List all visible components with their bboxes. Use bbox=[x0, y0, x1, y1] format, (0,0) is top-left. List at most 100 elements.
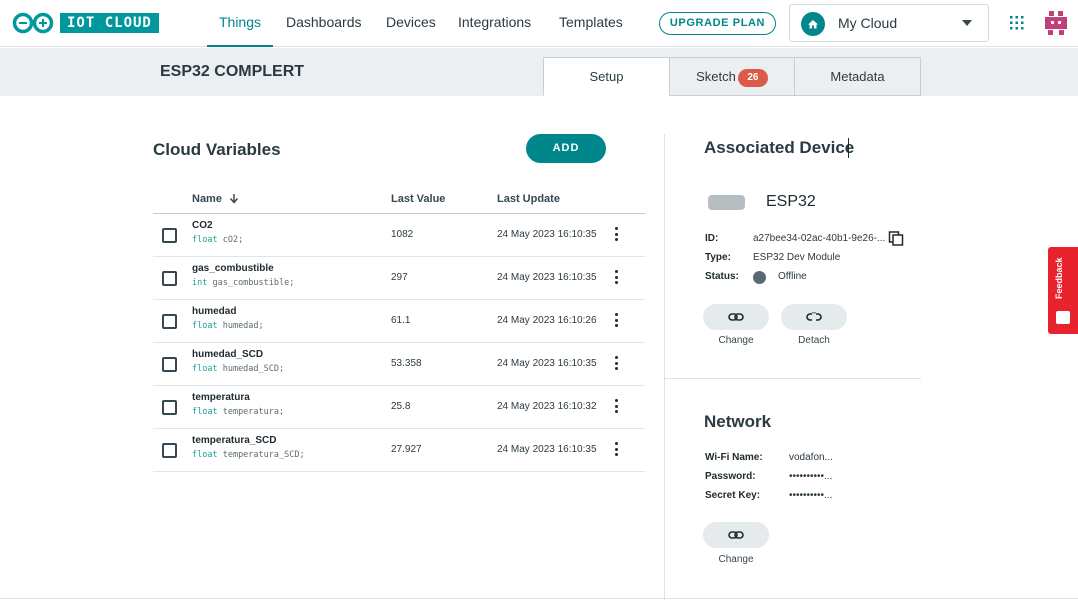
variable-last-value: 297 bbox=[391, 272, 408, 283]
table-row[interactable]: gas_combustible int gas_combustible; 297 24… bbox=[153, 257, 645, 300]
section-divider bbox=[665, 378, 921, 379]
table-row[interactable]: humedad float humedad; 61.1 24 May 2023 16:… bbox=[153, 300, 645, 343]
table-row[interactable]: temperatura float temperatura; 25.8 24 May … bbox=[153, 386, 645, 429]
variable-last-value: 25.8 bbox=[391, 401, 411, 412]
device-id-label: ID: bbox=[705, 233, 719, 244]
more-options-icon[interactable] bbox=[613, 227, 619, 243]
variable-type: float bbox=[192, 450, 218, 460]
variable-last-update: 24 May 2023 16:10:32 bbox=[497, 401, 597, 412]
variable-last-value: 27.927 bbox=[391, 444, 422, 455]
device-id-value: a27bee34-02ac-40b1-9e26-... bbox=[753, 233, 886, 244]
table-row[interactable]: CO2 float cO2; 1082 24 May 2023 16:10:35 bbox=[153, 214, 645, 257]
nav-integrations[interactable]: Integrations bbox=[458, 0, 531, 47]
variable-type: float bbox=[192, 364, 218, 374]
variable-declaration: float humedad; bbox=[192, 321, 264, 331]
detach-device-button[interactable] bbox=[781, 304, 847, 330]
home-icon bbox=[801, 12, 825, 36]
variable-name[interactable]: CO2 bbox=[192, 220, 213, 231]
space-label: My Cloud bbox=[838, 15, 898, 31]
change-network-button[interactable] bbox=[703, 522, 769, 548]
column-header-last-update[interactable]: Last Update bbox=[497, 193, 560, 205]
space-selector[interactable]: My Cloud bbox=[789, 4, 989, 42]
change-device-button[interactable] bbox=[703, 304, 769, 330]
arduino-infinity-icon bbox=[12, 12, 54, 34]
device-status-label: Status: bbox=[705, 271, 739, 282]
change-network-label: Change bbox=[718, 554, 754, 565]
variable-decl-name: humedad; bbox=[217, 321, 264, 331]
apps-grid-icon[interactable] bbox=[1010, 16, 1024, 30]
feedback-chat-icon bbox=[1056, 311, 1070, 324]
link-icon bbox=[728, 313, 744, 321]
wifi-name-value: vodafon... bbox=[789, 452, 833, 463]
thing-header: ESP32 COMPLERT Setup Sketch 26 Metadata bbox=[0, 48, 1078, 96]
top-navbar: IOT CLOUD Things Dashboards Devices Inte… bbox=[0, 0, 1078, 47]
secret-key-label: Secret Key: bbox=[705, 490, 761, 501]
variable-name[interactable]: humedad bbox=[192, 306, 236, 317]
more-options-icon[interactable] bbox=[613, 399, 619, 415]
more-options-icon[interactable] bbox=[613, 270, 619, 286]
table-row[interactable]: temperatura_SCDfloat temperatura_SCD; 27.… bbox=[153, 429, 645, 472]
column-header-name[interactable]: Name bbox=[192, 193, 239, 205]
more-options-icon[interactable] bbox=[613, 442, 619, 458]
upgrade-plan-button[interactable]: UPGRADE PLAN bbox=[659, 12, 776, 35]
device-type-value: ESP32 Dev Module bbox=[753, 252, 841, 263]
column-header-last-value[interactable]: Last Value bbox=[391, 193, 445, 205]
sketch-count-badge: 26 bbox=[737, 69, 768, 87]
nav-templates[interactable]: Templates bbox=[559, 0, 623, 47]
logo-text: IOT CLOUD bbox=[60, 13, 159, 33]
variable-declaration: int gas_combustible; bbox=[192, 278, 294, 288]
nav-devices[interactable]: Devices bbox=[386, 0, 436, 47]
variable-type: int bbox=[192, 278, 208, 288]
variable-type: float bbox=[192, 321, 218, 331]
row-checkbox[interactable] bbox=[162, 357, 177, 372]
more-options-icon[interactable] bbox=[613, 356, 619, 372]
tab-sketch[interactable]: Sketch 26 bbox=[669, 57, 795, 96]
nav-dashboards[interactable]: Dashboards bbox=[286, 0, 362, 47]
password-value: ••••••••••... bbox=[789, 471, 833, 482]
arduino-logo[interactable]: IOT CLOUD bbox=[12, 12, 159, 34]
panel-divider bbox=[664, 134, 665, 600]
password-label: Password: bbox=[705, 471, 756, 482]
change-device-label: Change bbox=[718, 335, 754, 346]
variable-last-value: 53.358 bbox=[391, 358, 422, 369]
variable-type: float bbox=[192, 235, 218, 245]
more-options-icon[interactable] bbox=[613, 313, 619, 329]
device-board-icon bbox=[708, 195, 745, 210]
text-cursor bbox=[848, 138, 849, 158]
chevron-down-icon bbox=[962, 20, 972, 26]
detach-device-label: Detach bbox=[798, 335, 830, 346]
tab-metadata[interactable]: Metadata bbox=[794, 57, 921, 96]
status-indicator-icon bbox=[753, 271, 766, 284]
page-bottom-divider bbox=[0, 598, 1078, 599]
variable-name[interactable]: temperatura bbox=[192, 392, 250, 403]
variable-name[interactable]: temperatura_SCD bbox=[192, 435, 276, 446]
copy-icon[interactable] bbox=[888, 231, 904, 246]
row-checkbox[interactable] bbox=[162, 271, 177, 286]
nav-things[interactable]: Things bbox=[207, 0, 273, 47]
table-row[interactable]: humedad_SCDfloat humedad_SCD; 53.358 24 Ma… bbox=[153, 343, 645, 386]
device-type-label: Type: bbox=[705, 252, 731, 263]
secret-key-value: ••••••••••... bbox=[789, 490, 833, 501]
device-status-value: Offline bbox=[778, 271, 807, 282]
add-variable-button[interactable]: ADD bbox=[526, 134, 606, 163]
variable-declaration: float temperatura_SCD; bbox=[192, 450, 305, 460]
variable-declaration: float temperatura; bbox=[192, 407, 284, 417]
variable-decl-name: gas_combustible; bbox=[207, 278, 295, 288]
variable-decl-name: temperatura_SCD; bbox=[217, 450, 305, 460]
user-avatar-icon[interactable] bbox=[1045, 11, 1067, 35]
thing-title[interactable]: ESP32 COMPLERT bbox=[160, 63, 304, 81]
variable-last-value: 61.1 bbox=[391, 315, 411, 326]
row-checkbox[interactable] bbox=[162, 400, 177, 415]
variable-last-update: 24 May 2023 16:10:35 bbox=[497, 358, 597, 369]
variable-name[interactable]: humedad_SCD bbox=[192, 349, 263, 360]
variable-decl-name: humedad_SCD; bbox=[217, 364, 285, 374]
feedback-tab[interactable]: Feedback bbox=[1048, 247, 1078, 334]
row-checkbox[interactable] bbox=[162, 228, 177, 243]
variable-name[interactable]: gas_combustible bbox=[192, 263, 274, 274]
variable-last-value: 1082 bbox=[391, 229, 414, 240]
row-checkbox[interactable] bbox=[162, 443, 177, 458]
tab-setup[interactable]: Setup bbox=[543, 57, 670, 96]
row-checkbox[interactable] bbox=[162, 314, 177, 329]
variable-decl-name: temperatura; bbox=[217, 407, 285, 417]
arrow-down-icon bbox=[230, 194, 239, 204]
